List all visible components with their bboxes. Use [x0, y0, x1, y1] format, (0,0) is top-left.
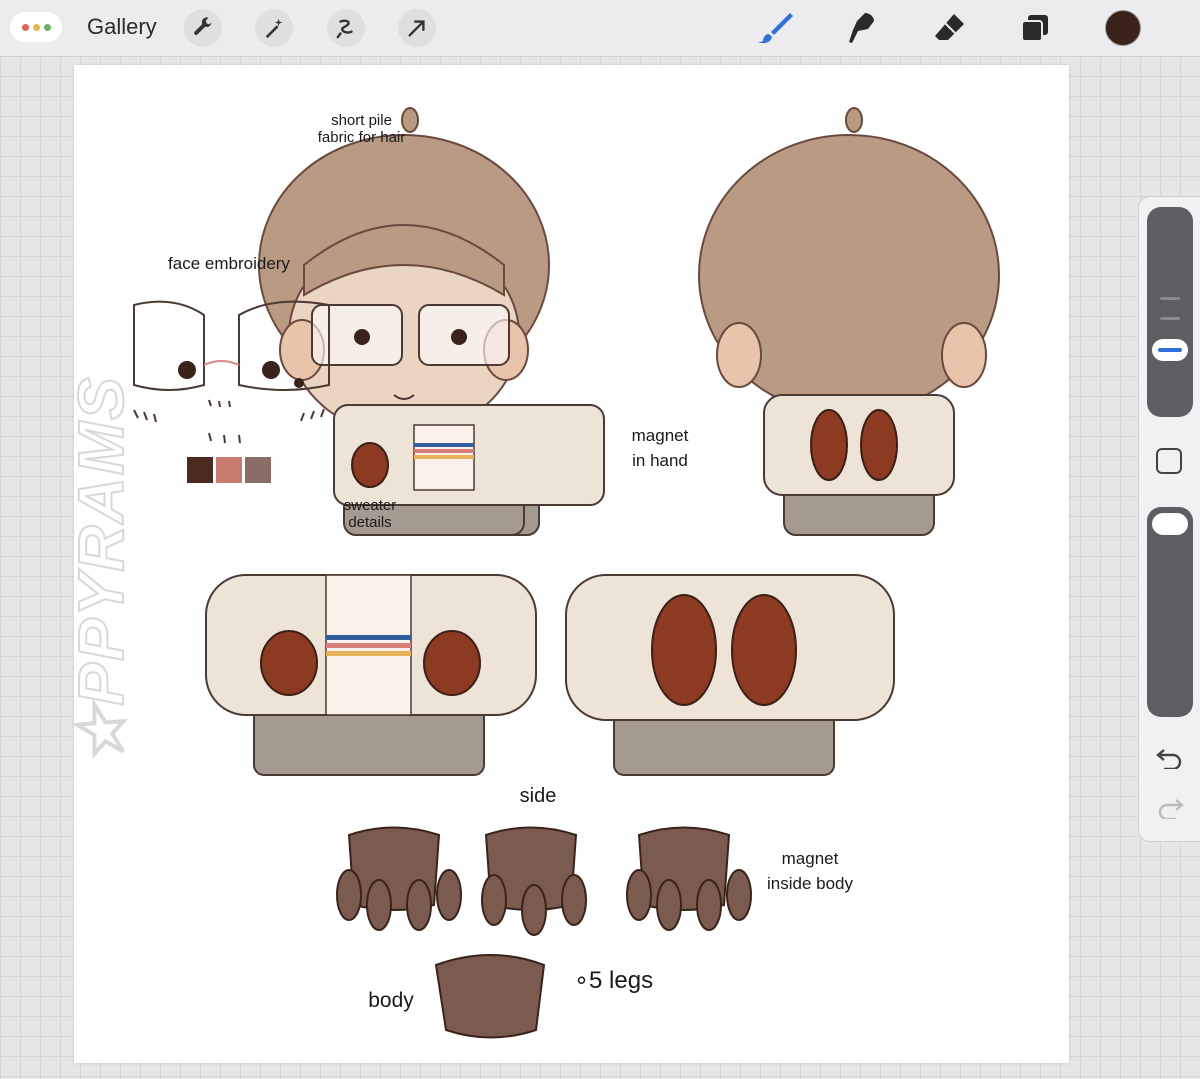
body-label: body	[368, 989, 414, 1012]
body-illustration	[434, 954, 546, 1039]
color-palette	[187, 457, 271, 483]
slider-tick	[1160, 297, 1180, 300]
undo-icon	[1156, 749, 1182, 771]
slider-tick	[1160, 317, 1180, 320]
right-sidebar	[1138, 196, 1200, 842]
brush-size-handle[interactable]	[1152, 339, 1188, 361]
opacity-slider[interactable]	[1147, 507, 1193, 717]
back-head-illustration	[698, 107, 1000, 536]
legs-count-label: ∘5 legs	[574, 967, 654, 994]
selection-icon	[336, 19, 353, 39]
sweater-details-label: sweater details	[343, 497, 397, 531]
redo-icon	[1158, 799, 1184, 821]
modify-button[interactable]	[1156, 448, 1182, 474]
palette-swatch-1	[187, 457, 213, 483]
face-embroidery-label: face embroidery	[168, 254, 290, 273]
palette-swatch-2	[216, 457, 242, 483]
gallery-button[interactable]: Gallery	[87, 14, 157, 40]
drawing-canvas[interactable]: ★PPYRAMS short pile fabric for hair face…	[64, 65, 1069, 1063]
layers-icon	[1021, 15, 1048, 42]
brush-size-slider[interactable]	[1147, 207, 1193, 417]
smudge-icon	[849, 13, 874, 43]
adjustments-button[interactable]	[255, 9, 293, 47]
red-dot-icon	[21, 23, 29, 31]
opacity-handle[interactable]	[1152, 513, 1188, 535]
brush-icon	[758, 13, 793, 44]
top-toolbar: Gallery	[0, 0, 1200, 57]
transform-arrow-icon	[408, 20, 425, 37]
sweater-back-flat	[565, 574, 895, 776]
actions-button[interactable]	[184, 9, 222, 47]
palette-swatch-3	[245, 457, 271, 483]
sweater-detail-illustration	[351, 442, 389, 488]
eraser-icon	[935, 14, 964, 40]
plush-design-artwork	[133, 107, 1000, 1039]
magnet-inside-body-label: magnet inside body	[766, 849, 853, 893]
brush-tool[interactable]	[755, 8, 795, 48]
window-menu-button[interactable]	[10, 12, 62, 42]
yellow-dot-icon	[32, 23, 40, 31]
hair-fabric-note: short pile fabric for hair	[317, 112, 406, 146]
wrench-icon	[194, 17, 212, 35]
layers-button[interactable]	[1015, 8, 1055, 48]
magnet-in-hand-label: magnet in hand	[631, 426, 689, 470]
side-label: side	[519, 785, 557, 807]
redo-button[interactable]	[1156, 797, 1184, 824]
green-dot-icon	[43, 23, 51, 31]
handle-indicator	[1158, 348, 1182, 352]
color-swatch-button[interactable]	[1105, 10, 1141, 46]
smudge-tool[interactable]	[842, 8, 882, 48]
magic-wand-icon	[265, 18, 283, 39]
undo-button[interactable]	[1156, 747, 1184, 774]
eraser-tool[interactable]	[930, 8, 970, 48]
transform-button[interactable]	[398, 9, 436, 47]
side-legs-illustrations	[336, 826, 752, 936]
selection-button[interactable]	[327, 9, 365, 47]
sweater-front-flat	[205, 574, 537, 776]
